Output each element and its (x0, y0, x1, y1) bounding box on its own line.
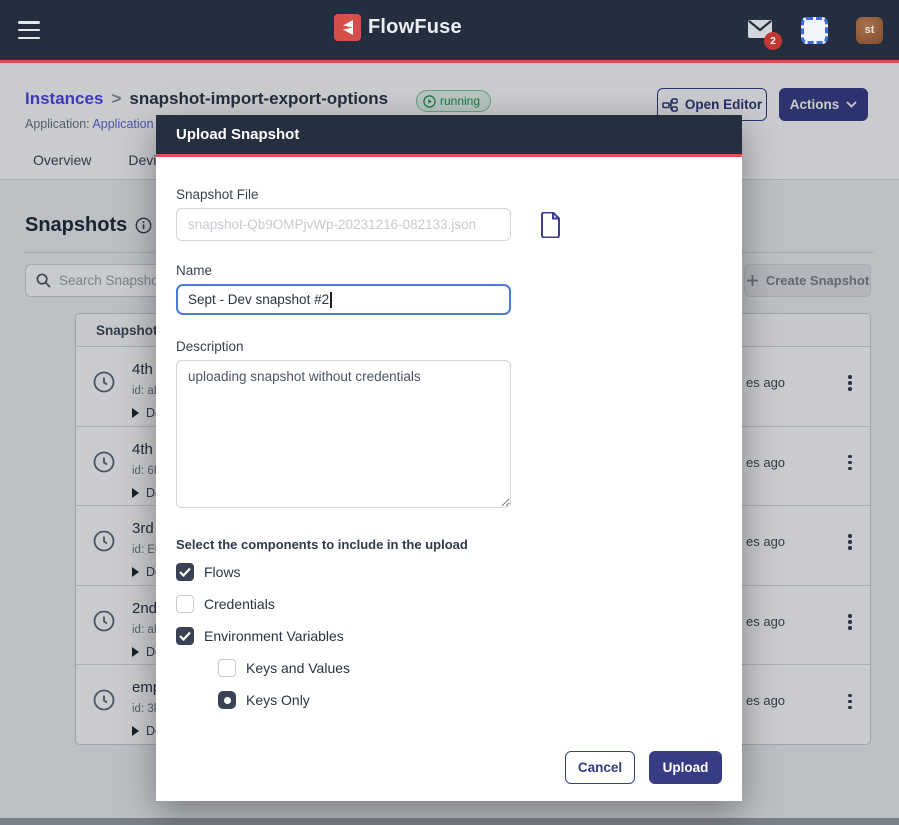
description-textarea[interactable] (176, 360, 511, 508)
flowfuse-brand: FlowFuse (334, 14, 462, 41)
checkbox-credentials[interactable]: Credentials (176, 592, 722, 616)
upload-button[interactable]: Upload (649, 751, 722, 784)
upload-snapshot-modal: Upload Snapshot Snapshot File Name Sept … (156, 115, 742, 801)
checkbox-unchecked-icon (218, 659, 236, 677)
top-navbar: FlowFuse 2 st (0, 0, 899, 60)
checkbox-checked-icon (176, 627, 194, 645)
snapshot-file-label: Snapshot File (176, 187, 722, 202)
modal-title: Upload Snapshot (156, 115, 742, 157)
checkbox-flows[interactable]: Flows (176, 560, 722, 584)
hamburger-menu-icon[interactable] (18, 21, 40, 39)
description-label: Description (176, 339, 722, 354)
document-icon (540, 212, 561, 238)
flowfuse-logo-icon (334, 14, 361, 41)
checkbox-unchecked-icon (176, 595, 194, 613)
checkbox-checked-icon (176, 563, 194, 581)
name-label: Name (176, 263, 722, 278)
navbar-accent-line (0, 60, 899, 63)
name-input[interactable]: Sept - Dev snapshot #2 (176, 284, 511, 315)
text-cursor (330, 292, 332, 308)
radio-keys-only[interactable]: Keys Only (218, 688, 722, 712)
components-label: Select the components to include in the … (176, 537, 722, 552)
radio-selected-icon (218, 691, 236, 709)
brand-name: FlowFuse (368, 16, 462, 39)
cancel-button[interactable]: Cancel (565, 751, 635, 784)
notification-count-badge: 2 (764, 32, 782, 50)
notifications-button[interactable]: 2 (747, 19, 773, 41)
checkbox-keys-and-values[interactable]: Keys and Values (218, 656, 722, 680)
snapshot-file-input[interactable] (176, 208, 511, 241)
user-avatar[interactable]: st (856, 17, 883, 44)
team-avatar[interactable] (801, 17, 828, 44)
checkbox-environment-variables[interactable]: Environment Variables (176, 624, 722, 648)
browse-file-button[interactable] (538, 211, 562, 239)
